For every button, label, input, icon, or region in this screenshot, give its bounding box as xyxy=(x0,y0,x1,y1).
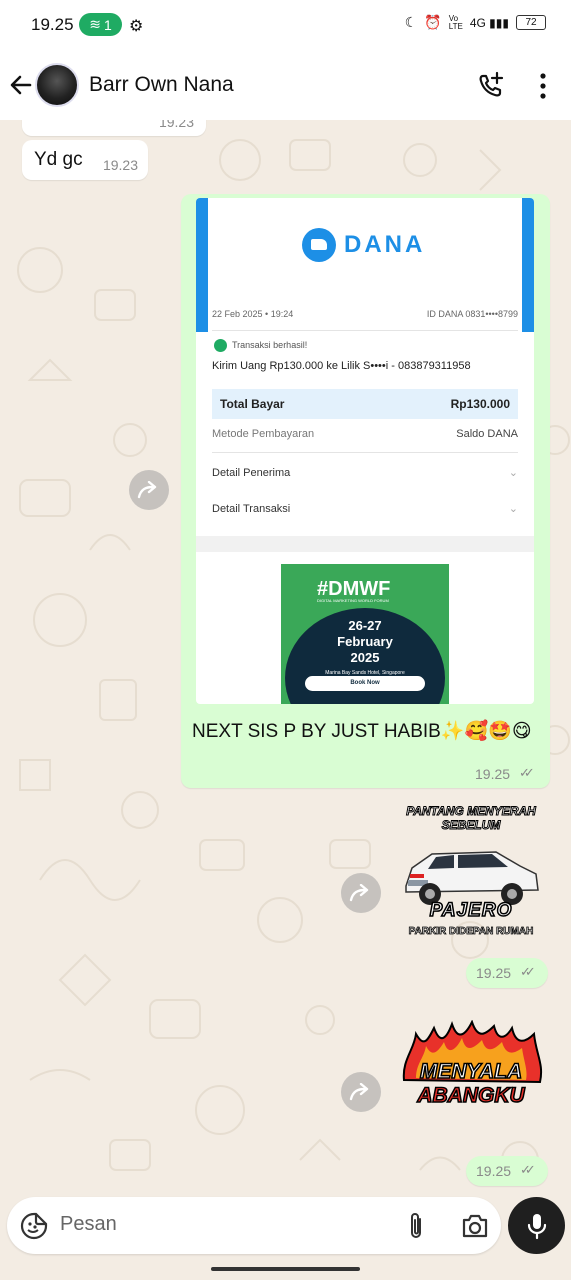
detail-recipient: Detail Penerima xyxy=(212,467,291,479)
total-row: Total Bayar Rp130.000 xyxy=(212,389,518,419)
forward-icon xyxy=(137,481,157,499)
mic-icon xyxy=(527,1213,546,1239)
message-bubble-incoming[interactable]: Yd gc 19.23 xyxy=(22,140,148,180)
message-time: 19.23 xyxy=(102,157,138,173)
method-label: Metode Pembayaran xyxy=(212,428,315,440)
contact-name[interactable]: Barr Own Nana xyxy=(89,73,234,97)
sticker-line2: ABANGKU xyxy=(417,1083,526,1108)
attach-clip-icon[interactable] xyxy=(405,1211,427,1241)
message-time: 19.25 xyxy=(476,965,512,981)
ad-dates: 26-27 xyxy=(348,618,382,633)
message-input-bar: Pesan xyxy=(7,1197,501,1254)
signal-icon: 4G ▮▮▮ xyxy=(469,15,509,30)
mic-button[interactable] xyxy=(508,1197,565,1254)
moon-icon: ☾ xyxy=(404,14,418,30)
forward-button[interactable] xyxy=(341,1072,381,1112)
forward-button[interactable] xyxy=(341,873,381,913)
sticker-menyala[interactable]: MENYALA ABANGKU xyxy=(394,1020,548,1132)
home-gesture-pill[interactable] xyxy=(211,1267,360,1271)
camera-icon[interactable] xyxy=(461,1213,489,1239)
double-check-icon: ✓✓ xyxy=(520,1162,536,1177)
hotspot-icon: ≋ xyxy=(89,16,101,32)
chat-area[interactable]: 19.23 Yd gc 19.23 DANA 22 Feb 2025 • 19:… xyxy=(0,120,571,1198)
sticker-bottom-text: PARKIR DIDEPAN RUMAH xyxy=(408,926,534,938)
success-check-icon xyxy=(214,339,227,352)
sticker-pajero[interactable]: PANTANG MENYERAH SEBELUM PAJERO PARKIR D… xyxy=(392,802,550,956)
gear-icon: ⚙ xyxy=(129,18,144,35)
divider xyxy=(212,452,518,453)
chevron-down-icon: ⌄ xyxy=(508,503,518,515)
ad-year: 2025 xyxy=(350,650,380,665)
double-check-icon: ✓✓ xyxy=(519,765,535,780)
message-input[interactable]: Pesan xyxy=(60,1213,117,1236)
total-label: Total Bayar xyxy=(220,397,285,411)
back-arrow-icon[interactable] xyxy=(8,70,34,100)
volte-icon: Vo LTE xyxy=(448,13,463,31)
total-value: Rp130.000 xyxy=(450,397,510,411)
sticker-time-pill: 19.25 ✓✓ xyxy=(466,958,548,988)
dana-logo: DANA xyxy=(302,228,425,262)
message-time: 19.25 xyxy=(475,766,511,782)
receipt-status: Transaksi berhasil! xyxy=(232,340,308,350)
chat-header: Barr Own Nana xyxy=(0,50,571,120)
avatar[interactable] xyxy=(35,63,79,107)
forward-icon xyxy=(349,884,369,902)
add-call-icon[interactable] xyxy=(477,70,505,100)
divider xyxy=(212,330,518,331)
ad-book-button: Book Now xyxy=(305,676,425,691)
more-vert-icon[interactable] xyxy=(538,72,548,100)
sticker-emoji-icon[interactable] xyxy=(20,1212,48,1240)
alarm-icon: ⏰ xyxy=(424,14,442,30)
ad-banner: #DMWF DIGITAL MARKETING WORLD FORUM 26-2… xyxy=(281,564,449,704)
receipt-blue-band xyxy=(196,198,208,332)
message-caption: NEXT SIS P BY JUST HABIB✨🥰🤩😋 xyxy=(192,721,532,742)
sticker-line1: MENYALA xyxy=(419,1059,523,1084)
dana-brand: DANA xyxy=(344,231,426,258)
receipt-image[interactable]: DANA 22 Feb 2025 • 19:24 ID DANA 0831•••… xyxy=(196,198,534,704)
forward-icon xyxy=(349,1083,369,1101)
detail-transaction: Detail Transaksi xyxy=(212,503,291,515)
chevron-down-icon: ⌄ xyxy=(508,467,518,479)
hotspot-count: 1 xyxy=(103,16,112,33)
receipt-blue-band xyxy=(522,198,534,332)
receipt-description: Kirim Uang Rp130.000 ke Lilik S••••i - 0… xyxy=(212,360,471,372)
ad-month: February xyxy=(337,634,393,649)
message-time: 19.23 xyxy=(158,120,194,130)
double-check-icon: ✓✓ xyxy=(520,964,536,979)
status-right-icons: ☾ ⏰ Vo LTE 4G ▮▮▮ 72 xyxy=(405,14,546,31)
message-time: 19.25 xyxy=(476,1163,512,1179)
message-bubble-partial[interactable]: 19.23 xyxy=(22,120,206,136)
sticker-time-pill: 19.25 ✓✓ xyxy=(466,1156,548,1186)
receipt-date: 22 Feb 2025 • 19:24 xyxy=(212,309,294,319)
receipt-separator xyxy=(196,536,534,552)
hotspot-badge: ≋ 1 xyxy=(79,13,122,36)
sticker-brand: PAJERO xyxy=(429,899,513,922)
status-bar: 19.25 ≋ 1 ⚙ ☾ ⏰ Vo LTE 4G ▮▮▮ 72 xyxy=(0,0,571,50)
sticker-top-text: PANTANG MENYERAH SEBELUM xyxy=(406,804,537,833)
ad-subtitle: DIGITAL MARKETING WORLD FORUM xyxy=(317,598,389,603)
battery-indicator: 72 xyxy=(516,15,546,30)
receipt-id: ID DANA 0831••••8799 xyxy=(426,309,518,319)
forward-button[interactable] xyxy=(129,470,169,510)
dana-logo-icon xyxy=(302,228,336,262)
method-value: Saldo DANA xyxy=(456,428,518,440)
status-time: 19.25 xyxy=(31,15,74,34)
message-text: Yd gc xyxy=(34,149,83,170)
